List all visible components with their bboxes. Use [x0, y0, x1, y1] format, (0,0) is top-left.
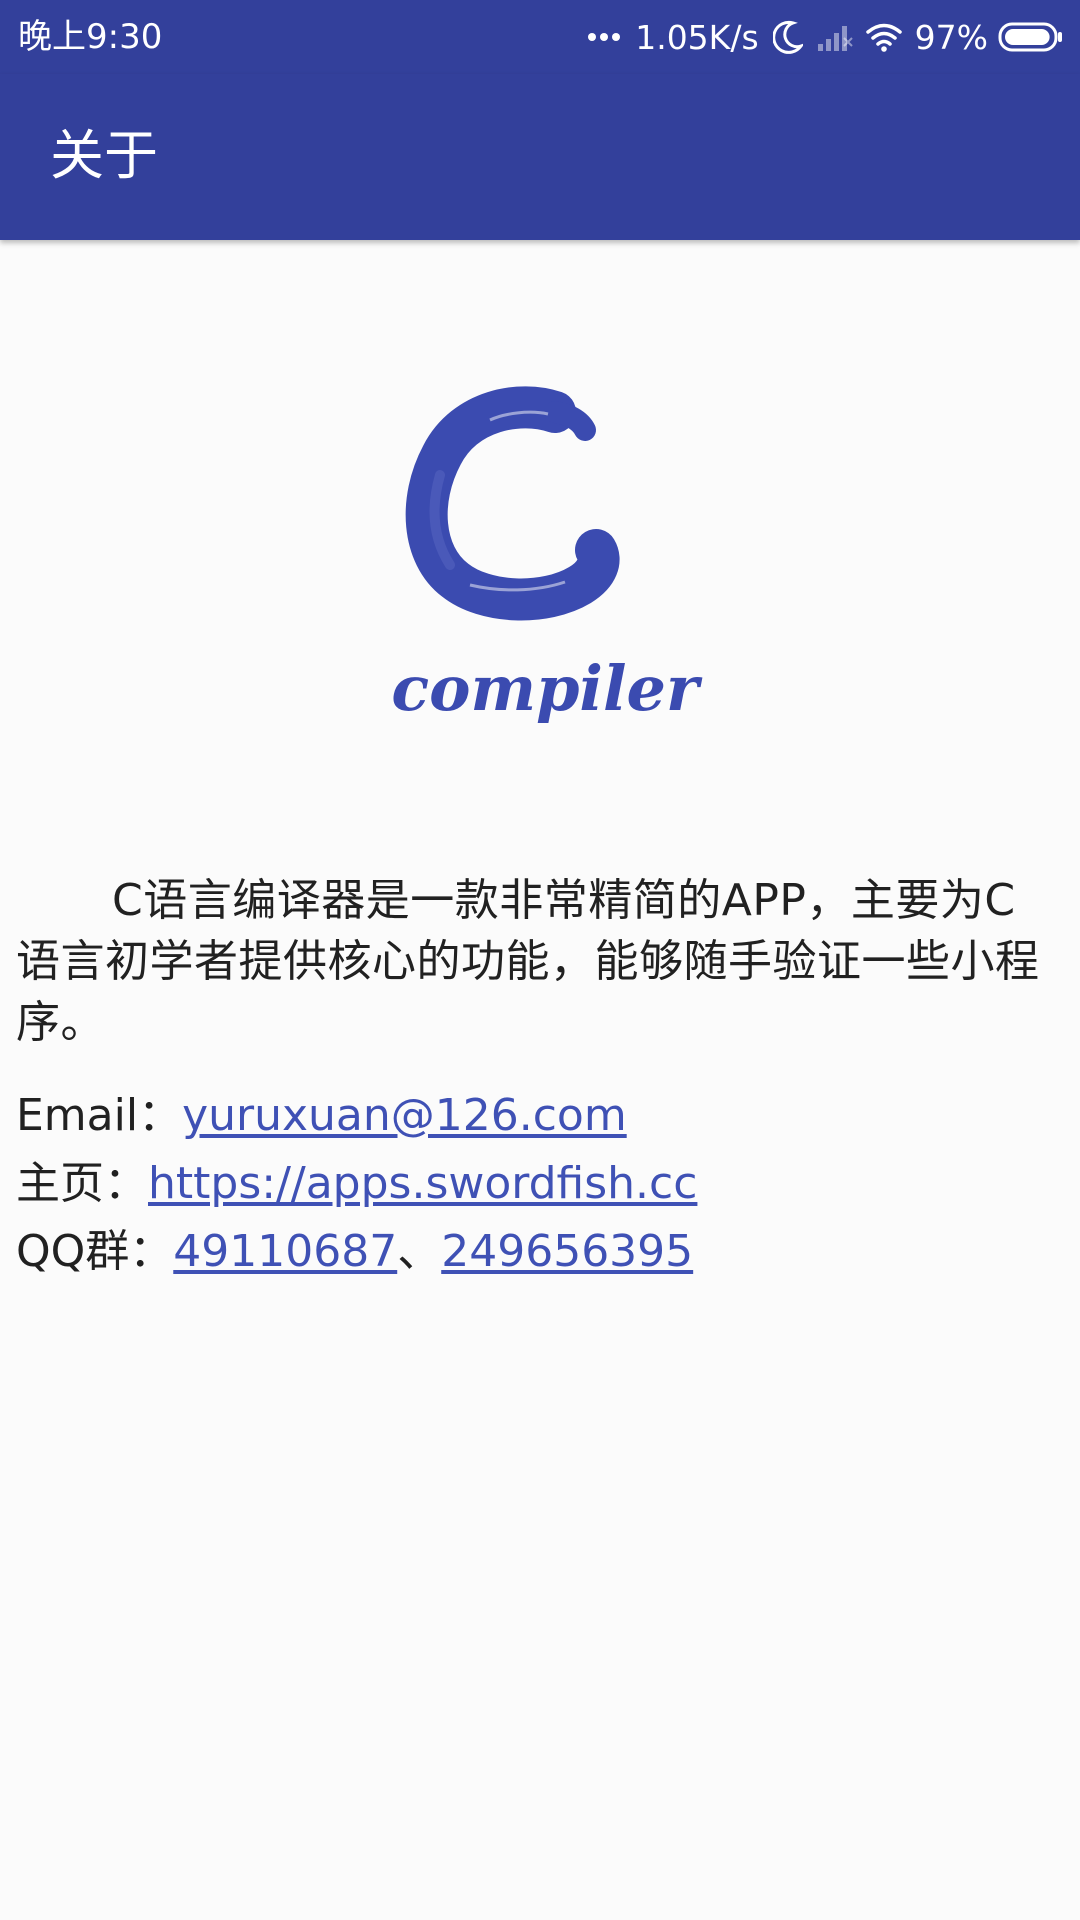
qq-label: QQ群： — [16, 1226, 174, 1277]
homepage-link[interactable]: https://apps.swordfish.cc — [148, 1158, 697, 1209]
moon-icon — [772, 20, 803, 54]
email-label: Email： — [16, 1090, 183, 1141]
signal-icon — [817, 22, 853, 52]
qq-group-link-2[interactable]: 249656395 — [441, 1226, 693, 1277]
homepage-row: 主页：https://apps.swordfish.cc — [16, 1150, 1056, 1218]
contact-list: Email：yuruxuan@126.com 主页：https://apps.s… — [16, 1082, 1056, 1286]
status-time: 晚上9:30 — [18, 17, 163, 57]
network-speed: 1.05K/s — [635, 17, 759, 57]
page-title: 关于 — [50, 124, 158, 187]
battery-icon — [998, 21, 1064, 53]
about-description: C语言编译器是一款非常精简的APP，主要为C语言初学者提供核心的功能，能够随手验… — [16, 875, 1040, 1048]
qq-separator: 、 — [397, 1226, 442, 1277]
qq-row: QQ群：49110687、249656395 — [16, 1218, 1056, 1286]
battery-percent: 97% — [914, 17, 988, 57]
email-link[interactable]: yuruxuan@126.com — [182, 1090, 627, 1141]
email-row: Email：yuruxuan@126.com — [16, 1082, 1056, 1150]
more-dots-icon — [587, 31, 621, 43]
logo-word: compiler — [391, 652, 703, 725]
app-logo: compiler — [370, 380, 720, 760]
status-icons: 1.05K/s 97% — [587, 12, 1064, 62]
qq-group-link-1[interactable]: 49110687 — [173, 1226, 397, 1277]
homepage-label: 主页： — [16, 1158, 148, 1209]
status-bar: 晚上9:30 1.05K/s 97% — [0, 0, 1080, 74]
app-bar: 关于 — [0, 74, 1080, 240]
wifi-icon — [865, 22, 903, 52]
